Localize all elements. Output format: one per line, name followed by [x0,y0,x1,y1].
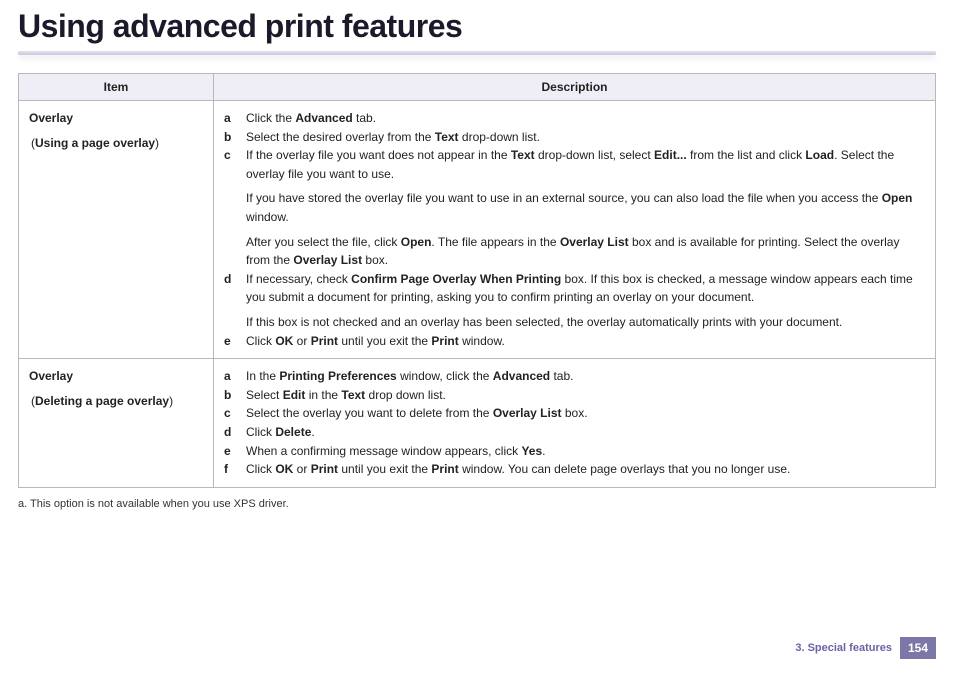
step-letter: e [224,442,246,461]
step-text: Select the overlay you want to delete fr… [246,404,925,423]
table-row: Overlay(Deleting a page overlay)aIn the … [19,359,936,488]
step-text: When a confirming message window appears… [246,442,925,461]
item-cell: Overlay(Deleting a page overlay) [19,359,214,488]
step-letter: d [224,270,246,332]
description-cell: aClick the Advanced tab.bSelect the desi… [214,101,936,359]
chapter-label: 3. Special features [795,642,892,654]
step-letter: b [224,386,246,405]
description-cell: aIn the Printing Preferences window, cli… [214,359,936,488]
table-row: Overlay(Using a page overlay)aClick the … [19,101,936,359]
step-text: If the overlay file you want does not ap… [246,146,925,270]
title-divider [18,51,936,55]
feature-table: Item Description Overlay(Using a page ov… [18,73,936,488]
footnote: a. This option is not available when you… [18,498,936,510]
step-letter: d [224,423,246,442]
step-text: In the Printing Preferences window, clic… [246,367,925,386]
step-letter: c [224,404,246,423]
step-letter: e [224,332,246,351]
step-text: Click OK or Print until you exit the Pri… [246,460,925,479]
col-header-item: Item [19,74,214,101]
step-letter: a [224,109,246,128]
page-number: 154 [900,637,936,659]
page-footer: 3. Special features 154 [795,637,936,659]
step-letter: f [224,460,246,479]
step-text: Select Edit in the Text drop down list. [246,386,925,405]
step-letter: c [224,146,246,270]
col-header-description: Description [214,74,936,101]
step-text: If necessary, check Confirm Page Overlay… [246,270,925,332]
step-letter: b [224,128,246,147]
step-text: Select the desired overlay from the Text… [246,128,925,147]
step-text: Click OK or Print until you exit the Pri… [246,332,925,351]
step-text: Click Delete. [246,423,925,442]
step-text: Click the Advanced tab. [246,109,925,128]
page-title: Using advanced print features [0,0,954,51]
item-cell: Overlay(Using a page overlay) [19,101,214,359]
step-letter: a [224,367,246,386]
